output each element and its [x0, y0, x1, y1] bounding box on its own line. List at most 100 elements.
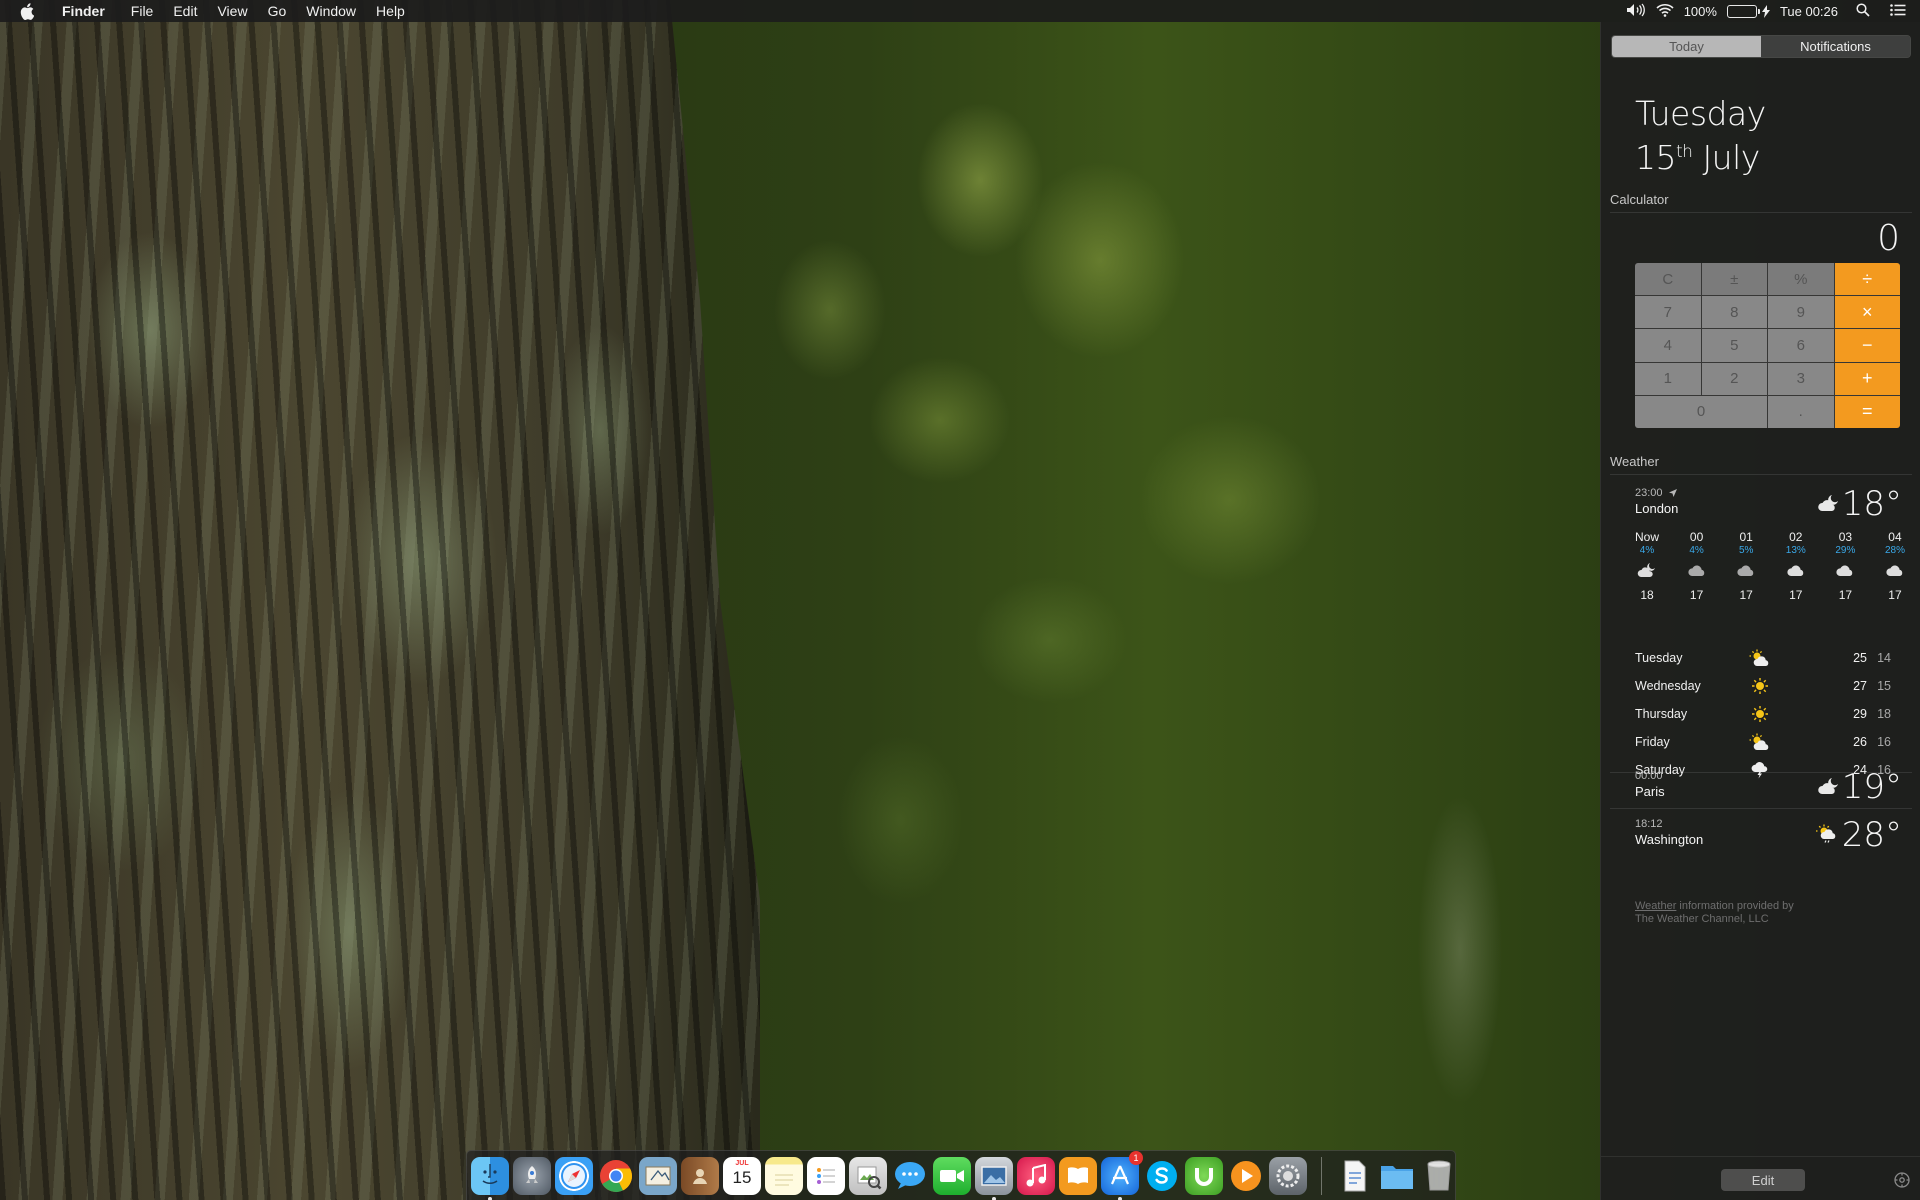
document-stack-icon[interactable] [1336, 1157, 1374, 1195]
day-low: 14 [1877, 651, 1891, 665]
chrome-icon[interactable] [597, 1157, 635, 1195]
calc-key-divide[interactable]: ÷ [1834, 263, 1900, 296]
menu-help[interactable]: Help [366, 0, 415, 22]
play-icon[interactable] [1227, 1157, 1265, 1195]
folder-icon[interactable] [1378, 1157, 1416, 1195]
battery-icon[interactable] [1726, 4, 1770, 18]
calculator-widget-title[interactable]: Calculator [1610, 192, 1669, 207]
reminders-icon[interactable] [807, 1156, 845, 1195]
daily-forecast: Tuesday 25 14 Wednesday 27 15 Thursday 2… [1635, 644, 1897, 784]
daily-row: Thursday 29 18 [1635, 700, 1897, 728]
date-suffix: th [1676, 142, 1693, 162]
notification-center-icon[interactable] [1890, 3, 1906, 19]
preview-icon[interactable] [849, 1156, 887, 1195]
running-indicator [1118, 1196, 1122, 1200]
hour-precip: 28% [1884, 545, 1905, 556]
weather-widget-title[interactable]: Weather [1610, 454, 1659, 469]
city-temperature: 28° [1841, 815, 1902, 855]
hour-label: 01 [1739, 530, 1753, 544]
daily-row: Tuesday 25 14 [1635, 644, 1897, 672]
cloud-icon [1886, 565, 1903, 576]
menu-file[interactable]: File [121, 0, 164, 22]
battery-percent[interactable]: 100% [1684, 4, 1717, 19]
hourly-item: 03 29% 17 [1825, 530, 1865, 602]
weather-credit: Weather information provided by The Weat… [1635, 900, 1794, 926]
skype-icon[interactable] [1143, 1157, 1181, 1195]
menubar-clock[interactable]: Tue 00:26 [1780, 4, 1838, 19]
calc-key-2[interactable]: 2 [1701, 362, 1767, 395]
sun-icon [1752, 678, 1768, 694]
cloud-icon [1787, 565, 1804, 576]
apple-icon[interactable] [18, 2, 36, 20]
system-preferences-icon[interactable] [1269, 1156, 1307, 1195]
hour-precip: 5% [1738, 545, 1754, 556]
running-indicator [488, 1196, 492, 1200]
launchpad-icon[interactable] [513, 1156, 551, 1195]
calc-key-percent[interactable]: % [1768, 263, 1834, 296]
location-arrow-icon [1668, 489, 1677, 497]
calc-key-9[interactable]: 9 [1768, 296, 1834, 329]
cloud-icon [1687, 565, 1704, 576]
spotlight-icon[interactable] [1856, 2, 1870, 20]
calc-key-8[interactable]: 8 [1701, 296, 1767, 329]
calc-key-1[interactable]: 1 [1635, 362, 1701, 395]
calendar-icon[interactable]: JUL 15 [723, 1156, 761, 1195]
trash-icon[interactable] [1420, 1157, 1458, 1195]
safari-icon[interactable] [555, 1156, 593, 1195]
tab-today[interactable]: Today [1612, 36, 1761, 57]
calc-key-decimal[interactable]: . [1768, 395, 1834, 428]
settings-gear-icon[interactable] [1893, 1171, 1911, 1189]
photos-icon[interactable] [975, 1156, 1013, 1200]
calc-key-subtract[interactable]: − [1834, 329, 1900, 362]
menu-go[interactable]: Go [258, 0, 297, 22]
date-month: July [1702, 138, 1760, 177]
facetime-icon[interactable] [933, 1156, 971, 1195]
today-date: Tuesday 15th July [1635, 94, 1766, 177]
utorrent-icon[interactable] [1185, 1156, 1223, 1195]
menu-edit[interactable]: Edit [163, 0, 207, 22]
city-temperature: 18° [1841, 484, 1902, 524]
menu-view[interactable]: View [207, 0, 257, 22]
partly-sunny-icon [1749, 733, 1769, 750]
edit-widgets-button[interactable]: Edit [1721, 1169, 1805, 1191]
calc-key-4[interactable]: 4 [1635, 329, 1701, 362]
app-store-icon[interactable]: 1 [1101, 1150, 1143, 1200]
calc-key-6[interactable]: 6 [1768, 329, 1834, 362]
calendar-day: 15 [732, 1167, 752, 1187]
hour-precip: 4% [1639, 545, 1655, 556]
hourly-item: 02 13% 17 [1776, 530, 1816, 602]
menu-window[interactable]: Window [296, 0, 366, 22]
tab-notifications[interactable]: Notifications [1761, 36, 1910, 57]
calc-key-0[interactable]: 0 [1635, 395, 1767, 428]
notes-icon[interactable] [765, 1156, 803, 1195]
divider [1610, 212, 1912, 213]
calculator-display: 0 [1877, 218, 1900, 259]
hour-label: 03 [1838, 530, 1853, 544]
hour-temp: 17 [1739, 588, 1753, 602]
weather-credit-link[interactable]: Weather [1635, 900, 1676, 912]
wifi-icon[interactable] [1656, 3, 1674, 20]
menu-app-name[interactable]: Finder [52, 0, 121, 22]
calc-key-5[interactable]: 5 [1701, 329, 1767, 362]
date-day: 15 [1635, 138, 1677, 177]
calc-key-3[interactable]: 3 [1768, 362, 1834, 395]
calc-key-multiply[interactable]: × [1834, 296, 1900, 329]
calc-key-sign[interactable]: ± [1701, 263, 1767, 296]
volume-icon[interactable] [1626, 3, 1646, 20]
cloudy-night-icon [1637, 563, 1655, 577]
hour-temp: 17 [1789, 588, 1803, 602]
day-high: 25 [1853, 651, 1867, 665]
contacts-icon[interactable] [681, 1156, 719, 1195]
calc-key-clear[interactable]: C [1635, 263, 1701, 296]
calculator-keypad: C ± % ÷ 7 8 9 × 4 5 6 − 1 2 3 + 0 . = [1635, 263, 1900, 428]
ibooks-icon[interactable] [1059, 1156, 1097, 1195]
calc-key-equals[interactable]: = [1834, 395, 1900, 428]
messages-icon[interactable] [891, 1157, 929, 1195]
wallpaper-tree-trunk [0, 0, 760, 1200]
cloud-icon [1737, 565, 1754, 576]
itunes-icon[interactable] [1017, 1156, 1055, 1195]
finder-icon[interactable] [471, 1156, 509, 1200]
calc-key-7[interactable]: 7 [1635, 296, 1701, 329]
mail-icon[interactable] [639, 1156, 677, 1195]
calc-key-add[interactable]: + [1834, 362, 1900, 395]
